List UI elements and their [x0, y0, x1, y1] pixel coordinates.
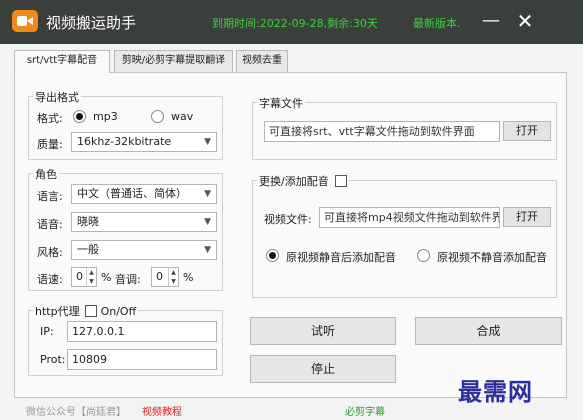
stop-button[interactable]: 停止: [250, 355, 396, 383]
title-bar: 视频搬运助手 到期时间:2022-09-28,剩余:30天 最新版本. — ✕: [0, 0, 583, 44]
watermark-logo: 最需网: [458, 377, 533, 406]
preview-button[interactable]: 试听: [250, 317, 396, 345]
video-file-input[interactable]: 可直接将mp4视频文件拖动到软件界面: [319, 207, 500, 228]
quality-select[interactable]: 16khz-32kbitrate ▼: [71, 132, 217, 152]
tab-panel: 导出格式 格式: mp3 wav 质量: 16khz-32kbitrate ▼ …: [14, 72, 567, 398]
speed-value: 0: [76, 270, 83, 283]
close-button[interactable]: ✕: [512, 10, 538, 34]
video-camera-icon: [12, 10, 38, 32]
dubbing-group: 更换/添加配音 视频文件: 可直接将mp4视频文件拖动到软件界面 打开 原视频静…: [252, 173, 557, 298]
style-value: 一般: [77, 243, 99, 256]
spin-updown-icon[interactable]: ▲ ▼: [86, 268, 96, 286]
version-link[interactable]: 最新版本.: [413, 15, 461, 31]
pitch-label: 音调:: [115, 273, 141, 286]
minimize-button[interactable]: —: [478, 10, 504, 34]
role-group: 角色 语言: 中文（普通话、简体） ▼ 语音: 晓晓 ▼ 风格: 一般 ▼ 语速…: [28, 166, 223, 291]
dubbing-legend: 更换/添加配音: [257, 173, 350, 189]
wav-radio[interactable]: [151, 110, 164, 123]
pitch-unit: %: [183, 271, 194, 284]
style-select[interactable]: 一般 ▼: [71, 240, 217, 260]
language-label: 语言:: [37, 190, 63, 203]
wechat-account-link[interactable]: 微信公众号【尚廷君】: [26, 403, 126, 418]
pitch-stepper[interactable]: 0 ▲ ▼: [151, 267, 179, 287]
proxy-toggle-checkbox[interactable]: [85, 305, 98, 317]
voice-label: 语音:: [37, 218, 63, 231]
proxy-toggle-label[interactable]: On/Off: [101, 305, 137, 318]
mp3-radio[interactable]: [73, 110, 86, 123]
mute-original-label[interactable]: 原视频静音后添加配音: [286, 249, 396, 265]
keep-original-radio[interactable]: [417, 249, 430, 262]
subtitle-file-group: 字幕文件 可直接将srt、vtt字幕文件拖动到软件界面 打开: [252, 95, 557, 160]
voice-value: 晓晓: [77, 215, 99, 228]
style-label: 风格:: [37, 246, 63, 259]
language-value: 中文（普通话、简体）: [77, 187, 187, 200]
port-input[interactable]: 10809: [67, 349, 217, 370]
ip-input[interactable]: 127.0.0.1: [67, 321, 217, 342]
wav-radio-label[interactable]: wav: [171, 110, 193, 123]
app-title: 视频搬运助手: [46, 14, 137, 32]
video-tutorial-link[interactable]: 视频教程: [142, 403, 182, 418]
http-proxy-label: http代理: [35, 305, 80, 318]
voice-select[interactable]: 晓晓 ▼: [71, 212, 217, 232]
pitch-value: 0: [156, 270, 163, 283]
tab-srt-vtt-dubbing[interactable]: srt/vtt字幕配音: [14, 50, 110, 73]
expiry-status: 到期时间:2022-09-28,剩余:30天: [212, 17, 378, 30]
dubbing-enable-checkbox[interactable]: [335, 175, 348, 187]
chevron-down-icon: ▼: [204, 217, 211, 227]
role-legend: 角色: [33, 166, 59, 182]
chevron-down-icon: ▼: [204, 189, 211, 199]
export-format-legend: 导出格式: [33, 89, 81, 105]
mute-original-radio[interactable]: [266, 249, 279, 262]
spin-updown-icon[interactable]: ▲ ▼: [168, 268, 178, 286]
subtitle-link[interactable]: 必剪字幕: [345, 403, 385, 418]
dubbing-label: 更换/添加配音: [259, 175, 329, 188]
speed-label: 语速:: [37, 273, 63, 286]
tab-subtitle-extract-translate[interactable]: 剪映/必剪字幕提取翻译: [114, 50, 233, 72]
chevron-down-icon: ▼: [204, 137, 211, 147]
speed-unit: %: [101, 271, 112, 284]
export-format-group: 导出格式 格式: mp3 wav 质量: 16khz-32kbitrate ▼: [28, 89, 223, 160]
ip-label: IP:: [40, 325, 54, 338]
tab-video-dedup[interactable]: 视频去重: [236, 50, 288, 72]
speed-stepper[interactable]: 0 ▲ ▼: [71, 267, 97, 287]
http-proxy-group: http代理 On/Off IP: 127.0.0.1 Prot: 10809: [28, 303, 223, 376]
quality-label: 质量:: [37, 138, 63, 151]
subtitle-file-legend: 字幕文件: [257, 95, 305, 111]
format-label: 格式:: [37, 112, 63, 125]
language-select[interactable]: 中文（普通话、简体） ▼: [71, 184, 217, 204]
keep-original-label[interactable]: 原视频不静音添加配音: [437, 249, 547, 265]
subtitle-file-input[interactable]: 可直接将srt、vtt字幕文件拖动到软件界面: [264, 121, 500, 142]
video-file-label: 视频文件:: [264, 213, 312, 226]
quality-value: 16khz-32kbitrate: [77, 135, 172, 148]
http-proxy-legend: http代理 On/Off: [33, 303, 139, 319]
port-label: Prot:: [40, 353, 66, 366]
video-open-button[interactable]: 打开: [503, 207, 551, 227]
chevron-down-icon: ▼: [204, 245, 211, 255]
mp3-radio-label[interactable]: mp3: [93, 110, 118, 123]
compose-button[interactable]: 合成: [415, 317, 562, 345]
subtitle-open-button[interactable]: 打开: [503, 121, 551, 141]
